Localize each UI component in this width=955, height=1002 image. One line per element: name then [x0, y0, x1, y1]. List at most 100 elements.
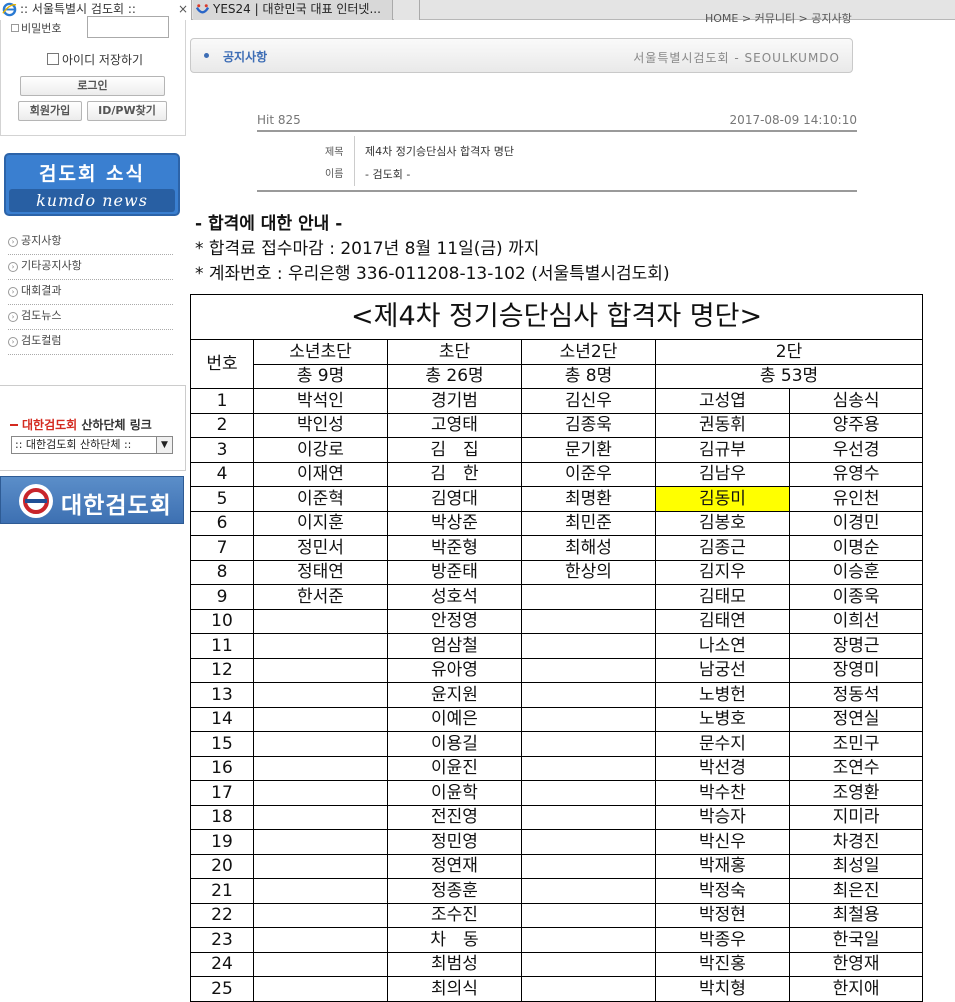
table-row: 5 이준혁 김영대 최명환 김동미 유인천 [190, 486, 924, 512]
table-row: 21 정종훈 박정숙 최은진 [190, 878, 924, 904]
checkbox-icon[interactable] [47, 53, 59, 65]
name-cell: 박수찬 [655, 780, 790, 806]
name-cell: 우선경 [788, 437, 924, 463]
name-cell [521, 804, 656, 830]
name-cell: 한국일 [788, 927, 924, 953]
name-cell: 유인천 [788, 486, 924, 512]
name-cell: 이재연 [253, 461, 388, 487]
name-cell: 차경진 [788, 829, 924, 855]
name-cell: 박석인 [253, 388, 388, 414]
name-cell: 박재홍 [655, 853, 790, 879]
row-number: 3 [190, 437, 254, 463]
name-cell: 최은진 [788, 878, 924, 904]
name-cell: 한영재 [788, 951, 924, 977]
name-cell: 김신우 [521, 388, 656, 414]
name-cell: 심송식 [788, 388, 924, 414]
name-cell: 이종욱 [788, 584, 924, 610]
row-number: 2 [190, 412, 254, 438]
sidebar-item-other-notice[interactable]: › 기타공지사항 [8, 255, 173, 280]
notice-account: * 계좌번호 : 우리은행 336-011208-13-102 (서울특별시검도… [195, 264, 670, 284]
name-cell [521, 584, 656, 610]
name-cell: 정연실 [788, 706, 924, 732]
remember-id-checkbox[interactable]: 아이디 저장하기 [47, 51, 143, 68]
row-number: 20 [190, 853, 254, 879]
name-cell [521, 706, 656, 732]
post-subject: 제4차 정기승단심사 합격자 명단 [365, 145, 515, 158]
name-cell [253, 731, 388, 757]
table-row: 15 이용길 문수지 조민구 [190, 731, 924, 757]
name-cell: 김영대 [387, 486, 522, 512]
name-cell: 지미라 [788, 804, 924, 830]
name-cell [253, 657, 388, 683]
name-cell [521, 755, 656, 781]
tab-title: YES24 | 대한민국 대표 인터넷... [213, 2, 381, 16]
name-cell: 최범성 [387, 951, 522, 977]
sidebar-item-news[interactable]: › 검도뉴스 [8, 305, 173, 330]
name-cell: 차 동 [387, 927, 522, 953]
name-cell: 양주용 [788, 412, 924, 438]
name-cell: 유아영 [387, 657, 522, 683]
table-row: 13 윤지원 노병헌 정동석 [190, 682, 924, 708]
login-button[interactable]: 로그인 [20, 76, 165, 96]
table-row: 17 이윤학 박수찬 조영환 [190, 780, 924, 806]
row-number: 8 [190, 559, 254, 585]
affiliate-select[interactable]: :: 대한검도회 산하단체 :: ▼ [11, 436, 173, 454]
sidebar-item-notice[interactable]: › 공지사항 [8, 230, 173, 255]
name-cell: 김동미 [655, 486, 790, 512]
name-cell [253, 902, 388, 928]
name-cell: 한서준 [253, 584, 388, 610]
close-tab-icon[interactable]: × [178, 0, 188, 19]
name-cell: 김규부 [655, 437, 790, 463]
table-row: 16 이윤진 박선경 조연수 [190, 755, 924, 781]
row-number: 4 [190, 461, 254, 487]
name-cell: 정종훈 [387, 878, 522, 904]
notice-heading: - 합격에 대한 안내 - [195, 214, 343, 234]
sidebar-item-column[interactable]: › 검도컬럼 [8, 330, 173, 355]
name-cell: 최철용 [788, 902, 924, 928]
name-cell [253, 706, 388, 732]
sidebar-item-results[interactable]: › 대회결과 [8, 280, 173, 305]
name-cell: 나소연 [655, 633, 790, 659]
name-cell [253, 780, 388, 806]
row-number: 6 [190, 510, 254, 536]
table-row: 6 이지훈 박상준 최민준 김봉호 이경민 [190, 510, 924, 536]
name-cell [253, 853, 388, 879]
name-cell [253, 976, 388, 1002]
name-cell: 이준우 [521, 461, 656, 487]
name-cell: 최민준 [521, 510, 656, 536]
kumdo-news-banner[interactable]: 검도회 소식 kumdo news [4, 153, 180, 216]
header-category: 초단 [387, 339, 522, 365]
password-input[interactable] [87, 16, 169, 38]
join-button[interactable]: 회원가입 [18, 101, 82, 121]
tab-yes24[interactable]: YES24 | 대한민국 대표 인터넷... [193, 0, 393, 20]
name-cell: 최해성 [521, 535, 656, 561]
name-cell: 박승자 [655, 804, 790, 830]
section-header: 공지사항 서울특별시검도회 - SEOULKUMDO [190, 38, 853, 73]
table-row: 2 박인성 고영태 김종욱 권동휘 양주용 [190, 412, 924, 438]
affiliate-links-title: 대한검도회 산하단체 링크 [10, 416, 152, 433]
kaf-logo-banner[interactable]: 대한검도회 [0, 476, 184, 524]
row-number: 18 [190, 804, 254, 830]
row-number: 10 [190, 608, 254, 634]
name-cell [253, 682, 388, 708]
ie-icon [2, 2, 17, 17]
results-table: <제4차 정기승단심사 합격자 명단> 번호 소년초단 초단 소년2단 2단 총… [189, 294, 924, 1002]
row-number: 5 [190, 486, 254, 512]
chevron-down-icon[interactable]: ▼ [156, 437, 172, 453]
name-cell [521, 902, 656, 928]
bullet-icon: › [8, 312, 18, 322]
table-row: 24 최범성 박진홍 한영재 [190, 951, 924, 977]
name-cell: 정태연 [253, 559, 388, 585]
name-cell: 이경민 [788, 510, 924, 536]
name-cell: 노병호 [655, 706, 790, 732]
table-row: 23 차 동 박종우 한국일 [190, 927, 924, 953]
divider [354, 136, 355, 186]
name-cell: 김봉호 [655, 510, 790, 536]
find-id-pw-button[interactable]: ID/PW찾기 [87, 101, 167, 121]
table-row: 4 이재연 김 한 이준우 김남우 유영수 [190, 461, 924, 487]
section-title: 공지사항 [223, 50, 268, 64]
tab-title: :: 서울특별시 검도회 :: [20, 2, 136, 16]
new-tab-button[interactable] [394, 0, 420, 20]
table-row: 11 엄삼철 나소연 장명근 [190, 633, 924, 659]
table-row: 7 정민서 박준형 최해성 김종근 이명순 [190, 535, 924, 561]
